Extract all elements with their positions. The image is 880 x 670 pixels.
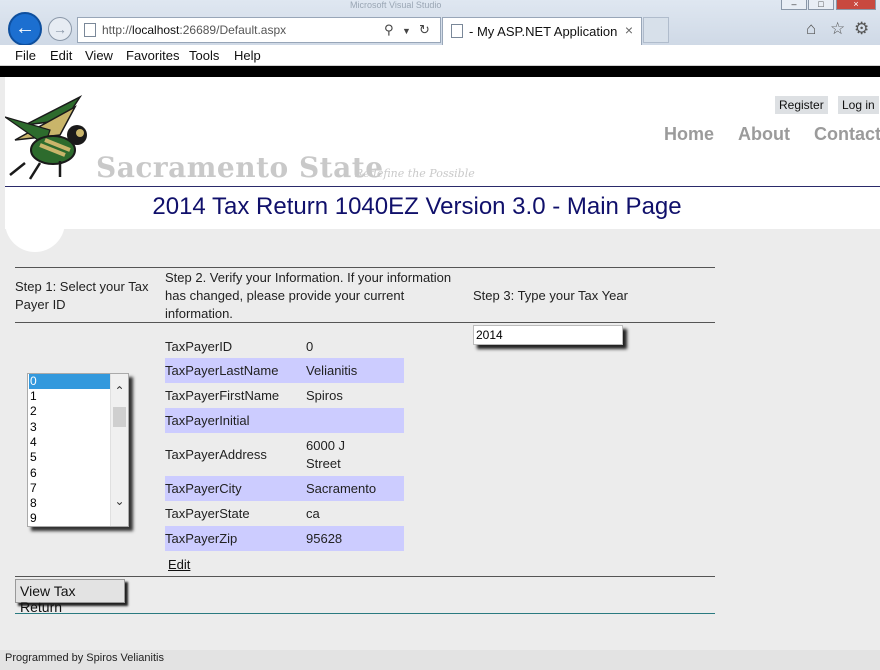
page-title: 2014 Tax Return 1040EZ Version 3.0 - Mai… <box>152 193 682 220</box>
dropdown-icon[interactable]: ▼ <box>402 26 411 36</box>
login-link[interactable]: Log in <box>838 96 879 114</box>
star-icon[interactable]: ☆ <box>830 19 845 39</box>
new-tab-button[interactable] <box>643 17 669 43</box>
detail-label: TaxPayerCity <box>165 481 242 496</box>
forward-icon: → <box>53 21 67 37</box>
menu-favorites[interactable]: Favorites <box>126 48 179 63</box>
address-url[interactable]: http://localhost:26689/Default.aspx <box>102 23 286 37</box>
detail-value: 6000 J Street <box>306 438 346 471</box>
gear-icon[interactable]: ⚙ <box>854 19 869 39</box>
window-title: Microsoft Visual Studio <box>350 0 442 10</box>
chevron-up-icon[interactable]: ⌃ <box>111 384 128 398</box>
divider-bottom <box>15 576 715 577</box>
refresh-icon[interactable]: ↻ <box>419 22 430 38</box>
brand-name: Sacramento State <box>96 151 384 184</box>
chevron-down-icon[interactable]: ⌄ <box>111 494 128 508</box>
detail-label: TaxPayerInitial <box>165 413 250 428</box>
page-icon <box>451 24 463 38</box>
detail-row-id: TaxPayerID 0 <box>165 337 404 357</box>
listbox-option[interactable]: 0 <box>29 374 111 389</box>
detail-value: Spiros <box>306 388 343 403</box>
edit-link[interactable]: Edit <box>168 557 190 572</box>
divider-top <box>15 267 715 268</box>
divider-footer <box>15 613 715 614</box>
detail-label: TaxPayerFirstName <box>165 388 280 403</box>
step3-label: Step 3: Type your Tax Year <box>473 288 628 303</box>
browser-chrome: Microsoft Visual Studio ← → http://local… <box>0 0 880 46</box>
rounded-corner <box>5 222 65 252</box>
nav-about[interactable]: About <box>738 124 790 145</box>
detail-row-initial: TaxPayerInitial <box>165 408 404 433</box>
taxpayer-id-listbox[interactable]: 0 1 2 3 4 5 6 7 8 9 ⌃ ⌄ <box>27 373 129 527</box>
detail-label: TaxPayerID <box>165 339 233 354</box>
brand-tagline: Redefine the Possible <box>355 167 475 180</box>
detail-label: TaxPayerAddress <box>165 447 267 462</box>
detail-value: Velianitis <box>306 363 358 378</box>
listbox-option[interactable]: 2 <box>29 404 111 419</box>
register-link[interactable]: Register <box>775 96 828 114</box>
listbox-option[interactable]: 7 <box>29 481 111 496</box>
address-bar[interactable]: http://localhost:26689/Default.aspx ⚲ ▼ … <box>77 17 441 43</box>
detail-row-state: TaxPayerState ca <box>165 501 404 526</box>
detail-label: TaxPayerLastName <box>165 363 279 378</box>
menu-bar: File Edit View Favorites Tools Help <box>0 45 880 66</box>
back-icon: ← <box>15 17 35 39</box>
forward-button[interactable]: → <box>48 17 72 41</box>
browser-tab[interactable]: - My ASP.NET Application × <box>442 17 642 45</box>
menu-tools[interactable]: Tools <box>189 48 219 63</box>
step2-label: Step 2. Verify your Information. If your… <box>165 270 452 321</box>
detail-row-firstname: TaxPayerFirstName Spiros <box>165 383 404 408</box>
listbox-option[interactable]: 1 <box>29 389 111 404</box>
detail-row-lastname: TaxPayerLastName Velianitis <box>165 358 404 383</box>
detail-value: Sacramento <box>306 481 377 496</box>
nav-contact[interactable]: Contact <box>814 124 880 145</box>
detail-row-zip: TaxPayerZip 95628 <box>165 526 404 551</box>
menu-file[interactable]: File <box>15 48 36 63</box>
detail-label: TaxPayerState <box>165 506 250 521</box>
listbox-option[interactable]: 6 <box>29 466 111 481</box>
listbox-option[interactable]: 4 <box>29 435 111 450</box>
detail-row-city: TaxPayerCity Sacramento <box>165 476 404 501</box>
listbox-scrollbar[interactable]: ⌃ ⌄ <box>110 374 128 526</box>
footer-text: Programmed by Spiros Velianitis <box>5 652 164 664</box>
footer: Programmed by Spiros Velianitis <box>0 650 880 670</box>
detail-row-address: TaxPayerAddress 6000 J Street <box>165 433 404 476</box>
page-icon <box>84 23 96 37</box>
listbox-option[interactable]: 3 <box>29 420 111 435</box>
close-icon[interactable]: × <box>625 22 633 38</box>
top-black-bar <box>0 66 880 77</box>
nav-home[interactable]: Home <box>664 124 714 145</box>
search-icon[interactable]: ⚲ <box>384 22 394 38</box>
tax-year-input[interactable]: 2014 <box>473 325 623 345</box>
detail-value: ca <box>306 506 320 521</box>
menu-edit[interactable]: Edit <box>50 48 72 63</box>
menu-help[interactable]: Help <box>234 48 261 63</box>
menu-view[interactable]: View <box>85 48 113 63</box>
divider-steps <box>15 322 715 323</box>
home-icon[interactable]: ⌂ <box>806 19 816 39</box>
listbox-option[interactable]: 5 <box>29 450 111 465</box>
listbox-option[interactable]: 8 <box>29 496 111 511</box>
step1-label: Step 1: Select your Tax Payer ID <box>15 279 149 312</box>
window-close-button[interactable]: × <box>836 0 876 10</box>
minimize-button[interactable]: – <box>781 0 807 10</box>
detail-label: TaxPayerZip <box>165 531 238 546</box>
back-button[interactable]: ← <box>8 12 42 46</box>
listbox-option[interactable]: 9 <box>29 511 111 526</box>
view-tax-return-button[interactable]: View Tax Return <box>15 579 125 615</box>
hornet-logo <box>5 95 87 180</box>
scrollbar-thumb[interactable] <box>113 407 126 427</box>
tab-title: - My ASP.NET Application <box>469 24 618 39</box>
detail-value: 95628 <box>306 531 343 546</box>
maximize-button[interactable]: □ <box>808 0 834 10</box>
detail-value: 0 <box>306 339 314 354</box>
